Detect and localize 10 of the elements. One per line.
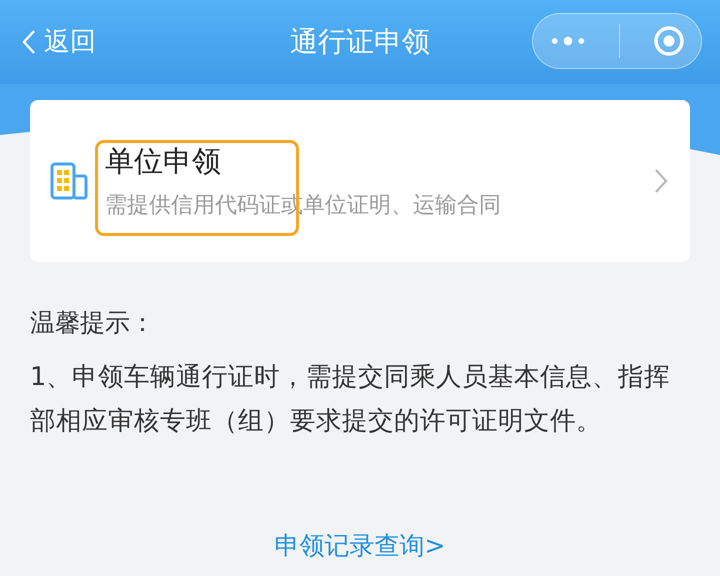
- back-icon: [22, 28, 36, 54]
- option-title: 单位申领: [105, 143, 222, 180]
- close-icon[interactable]: [652, 25, 685, 57]
- tips-heading: 温馨提示：: [30, 307, 156, 339]
- tip-text: 1、申领车辆通行证时，需提交同乘人员基本信息、指挥部相应审核专班（组）要求提交的许可证明文件。: [30, 361, 672, 438]
- records-link[interactable]: 申领记录查询>: [274, 529, 446, 562]
- chevron-icon: [654, 168, 668, 194]
- building-icon: [50, 162, 88, 200]
- page-title: 通行证申领: [290, 24, 430, 60]
- back-button[interactable]: 返回: [22, 24, 96, 59]
